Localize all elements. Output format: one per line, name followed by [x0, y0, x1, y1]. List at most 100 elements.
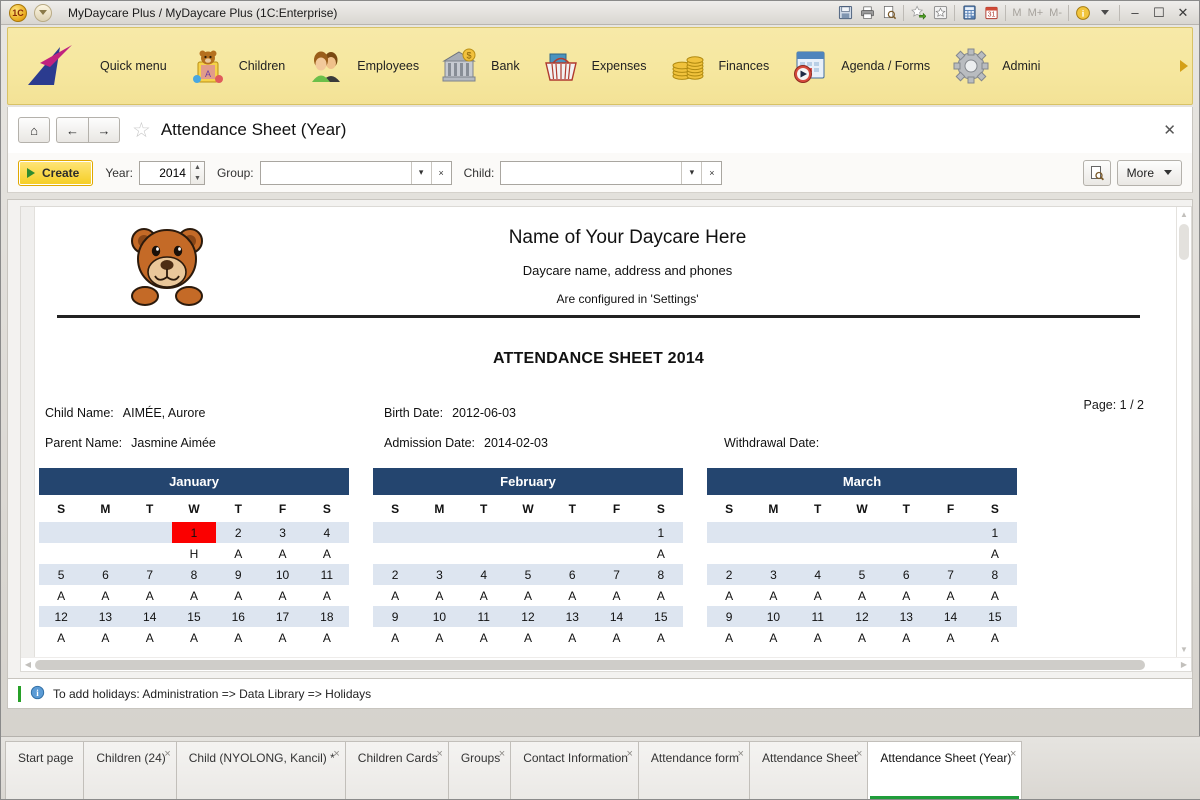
nav-item-employees[interactable]: Employees — [295, 28, 429, 104]
attendance-cell: A — [435, 588, 444, 603]
more-button[interactable]: More — [1116, 159, 1182, 186]
nav-overflow-arrow-icon[interactable] — [1180, 60, 1188, 72]
nav-item-bank[interactable]: $ Bank — [429, 28, 530, 104]
chevron-down-icon — [1164, 170, 1172, 175]
favorites-icon[interactable] — [929, 2, 951, 23]
window-tab[interactable]: Groups × — [447, 741, 512, 799]
memory-m-plus-button[interactable]: M+ — [1025, 7, 1047, 19]
admission-date-label: Admission Date: — [384, 436, 476, 450]
forward-button[interactable]: → — [88, 117, 120, 143]
create-button[interactable]: Create — [18, 159, 94, 186]
close-tab-icon[interactable]: × — [856, 747, 862, 762]
print-icon[interactable] — [856, 2, 878, 23]
window-tab[interactable]: Attendance form × — [637, 741, 750, 799]
attendance-cell: A — [990, 546, 999, 561]
attendance-cell: A — [322, 546, 331, 561]
find-icon[interactable] — [1082, 159, 1111, 186]
stepper-down-icon[interactable]: ▼ — [191, 173, 204, 184]
close-form-button[interactable]: ✕ — [1157, 121, 1182, 139]
spacer-row — [724, 398, 828, 428]
attendance-cell: A — [101, 630, 110, 645]
main-menu-button[interactable] — [34, 3, 52, 22]
nav-item-administration[interactable]: Admini — [940, 28, 1050, 104]
group-clear-icon[interactable]: × — [430, 161, 451, 184]
window-tab[interactable]: Start page — [5, 741, 85, 799]
window-tab[interactable]: Attendance Sheet (Year) × — [867, 741, 1023, 799]
minimize-button[interactable]: – — [1123, 2, 1147, 24]
memory-m-button[interactable]: M — [1009, 7, 1024, 19]
group-combo[interactable]: ▾ × — [259, 160, 452, 185]
horizontal-scroll-track[interactable] — [35, 659, 1177, 670]
calendar-day: 5 — [524, 567, 532, 582]
stepper-up-icon[interactable]: ▲ — [191, 162, 204, 173]
nav-item-agenda-forms[interactable]: Agenda / Forms — [779, 28, 940, 104]
window-tab[interactable]: Children (24) × — [83, 741, 177, 799]
attendance-cell: A — [656, 546, 665, 561]
window-tab[interactable]: Attendance Sheet × — [748, 741, 869, 799]
home-button[interactable]: ⌂ — [18, 117, 50, 143]
child-clear-icon[interactable]: × — [701, 161, 722, 184]
window-tab[interactable]: Child (NYOLONG, Kancil) * × — [175, 741, 346, 799]
nav-item-children[interactable]: A Children — [177, 28, 296, 104]
child-input[interactable] — [501, 161, 682, 184]
close-window-button[interactable]: ✕ — [1171, 2, 1195, 24]
window-tab-label: Groups — [460, 751, 501, 765]
close-tab-icon[interactable]: × — [436, 747, 442, 762]
year-input[interactable] — [139, 161, 190, 184]
info-icon[interactable]: i — [1072, 2, 1094, 23]
memory-m-minus-button[interactable]: M- — [1046, 7, 1065, 19]
attendance-cell: A — [612, 630, 621, 645]
close-tab-icon[interactable]: × — [164, 747, 170, 762]
calendar-day — [462, 522, 506, 543]
add-favorite-icon[interactable] — [907, 2, 929, 23]
favorite-star-icon[interactable]: ☆ — [132, 120, 151, 141]
group-input[interactable] — [260, 161, 411, 184]
attendance-cell: A — [479, 630, 488, 645]
weekday-header-row: SMTWTFS — [707, 495, 1017, 522]
scroll-up-icon[interactable]: ▲ — [1180, 207, 1188, 222]
calendar-attendance-row: AAAAAAA — [39, 585, 349, 606]
status-accent-bar — [18, 685, 21, 702]
nav-item-finances[interactable]: Finances — [657, 28, 780, 104]
close-tab-icon[interactable]: × — [333, 747, 339, 762]
scroll-right-icon[interactable]: ▶ — [1177, 660, 1191, 669]
parent-name-row: Parent Name: Jasmine Aimée — [45, 428, 216, 458]
save-icon[interactable] — [834, 2, 856, 23]
calendar-icon[interactable]: 31 — [980, 2, 1002, 23]
attendance-cell: A — [725, 630, 734, 645]
calendar-month-title: March — [707, 468, 1017, 495]
calendar-day-row: 2 3 4 5 6 7 8 — [707, 564, 1017, 585]
print-preview-icon[interactable] — [878, 2, 900, 23]
report-horizontal-scrollbar[interactable]: ◀ ▶ — [21, 657, 1191, 671]
horizontal-scroll-thumb[interactable] — [35, 659, 1145, 670]
chevron-down-icon — [39, 10, 47, 15]
attendance-cell: A — [322, 630, 331, 645]
nav-item-expenses[interactable]: Expenses — [530, 28, 657, 104]
scroll-left-icon[interactable]: ◀ — [21, 660, 35, 669]
close-tab-icon[interactable]: × — [738, 747, 744, 762]
child-dropdown-icon[interactable]: ▾ — [681, 161, 702, 184]
calendar-day: 5 — [858, 567, 866, 582]
back-button[interactable]: ← — [56, 117, 88, 143]
year-stepper[interactable]: ▲ ▼ — [138, 160, 205, 185]
maximize-button[interactable]: ☐ — [1147, 2, 1171, 24]
group-dropdown-icon[interactable]: ▾ — [410, 161, 431, 184]
play-icon — [27, 167, 35, 178]
info-dropdown-button[interactable] — [1094, 2, 1116, 23]
child-combo[interactable]: ▾ × — [500, 160, 723, 185]
window-tab[interactable]: Contact Information × — [510, 741, 639, 799]
close-tab-icon[interactable]: × — [1010, 747, 1016, 762]
scroll-down-icon[interactable]: ▼ — [1180, 642, 1188, 657]
close-tab-icon[interactable]: × — [499, 747, 505, 762]
window-title: MyDaycare Plus / MyDaycare Plus (1C:Ente… — [68, 5, 338, 20]
vertical-scroll-thumb[interactable] — [1179, 224, 1189, 260]
window-tab[interactable]: Children Cards × — [344, 741, 449, 799]
close-tab-icon[interactable]: × — [626, 747, 632, 762]
calculator-icon[interactable] — [958, 2, 980, 23]
calendar-day-row: 2 3 4 5 6 7 8 — [373, 564, 683, 585]
attendance-cell: A — [234, 588, 243, 603]
calendar-day: 10 — [766, 609, 781, 624]
nav-item-quick-menu[interactable]: Quick menu — [80, 28, 177, 104]
year-stepper-arrows[interactable]: ▲ ▼ — [189, 161, 204, 184]
report-vertical-scrollbar[interactable]: ▲ ▼ — [1176, 207, 1191, 657]
